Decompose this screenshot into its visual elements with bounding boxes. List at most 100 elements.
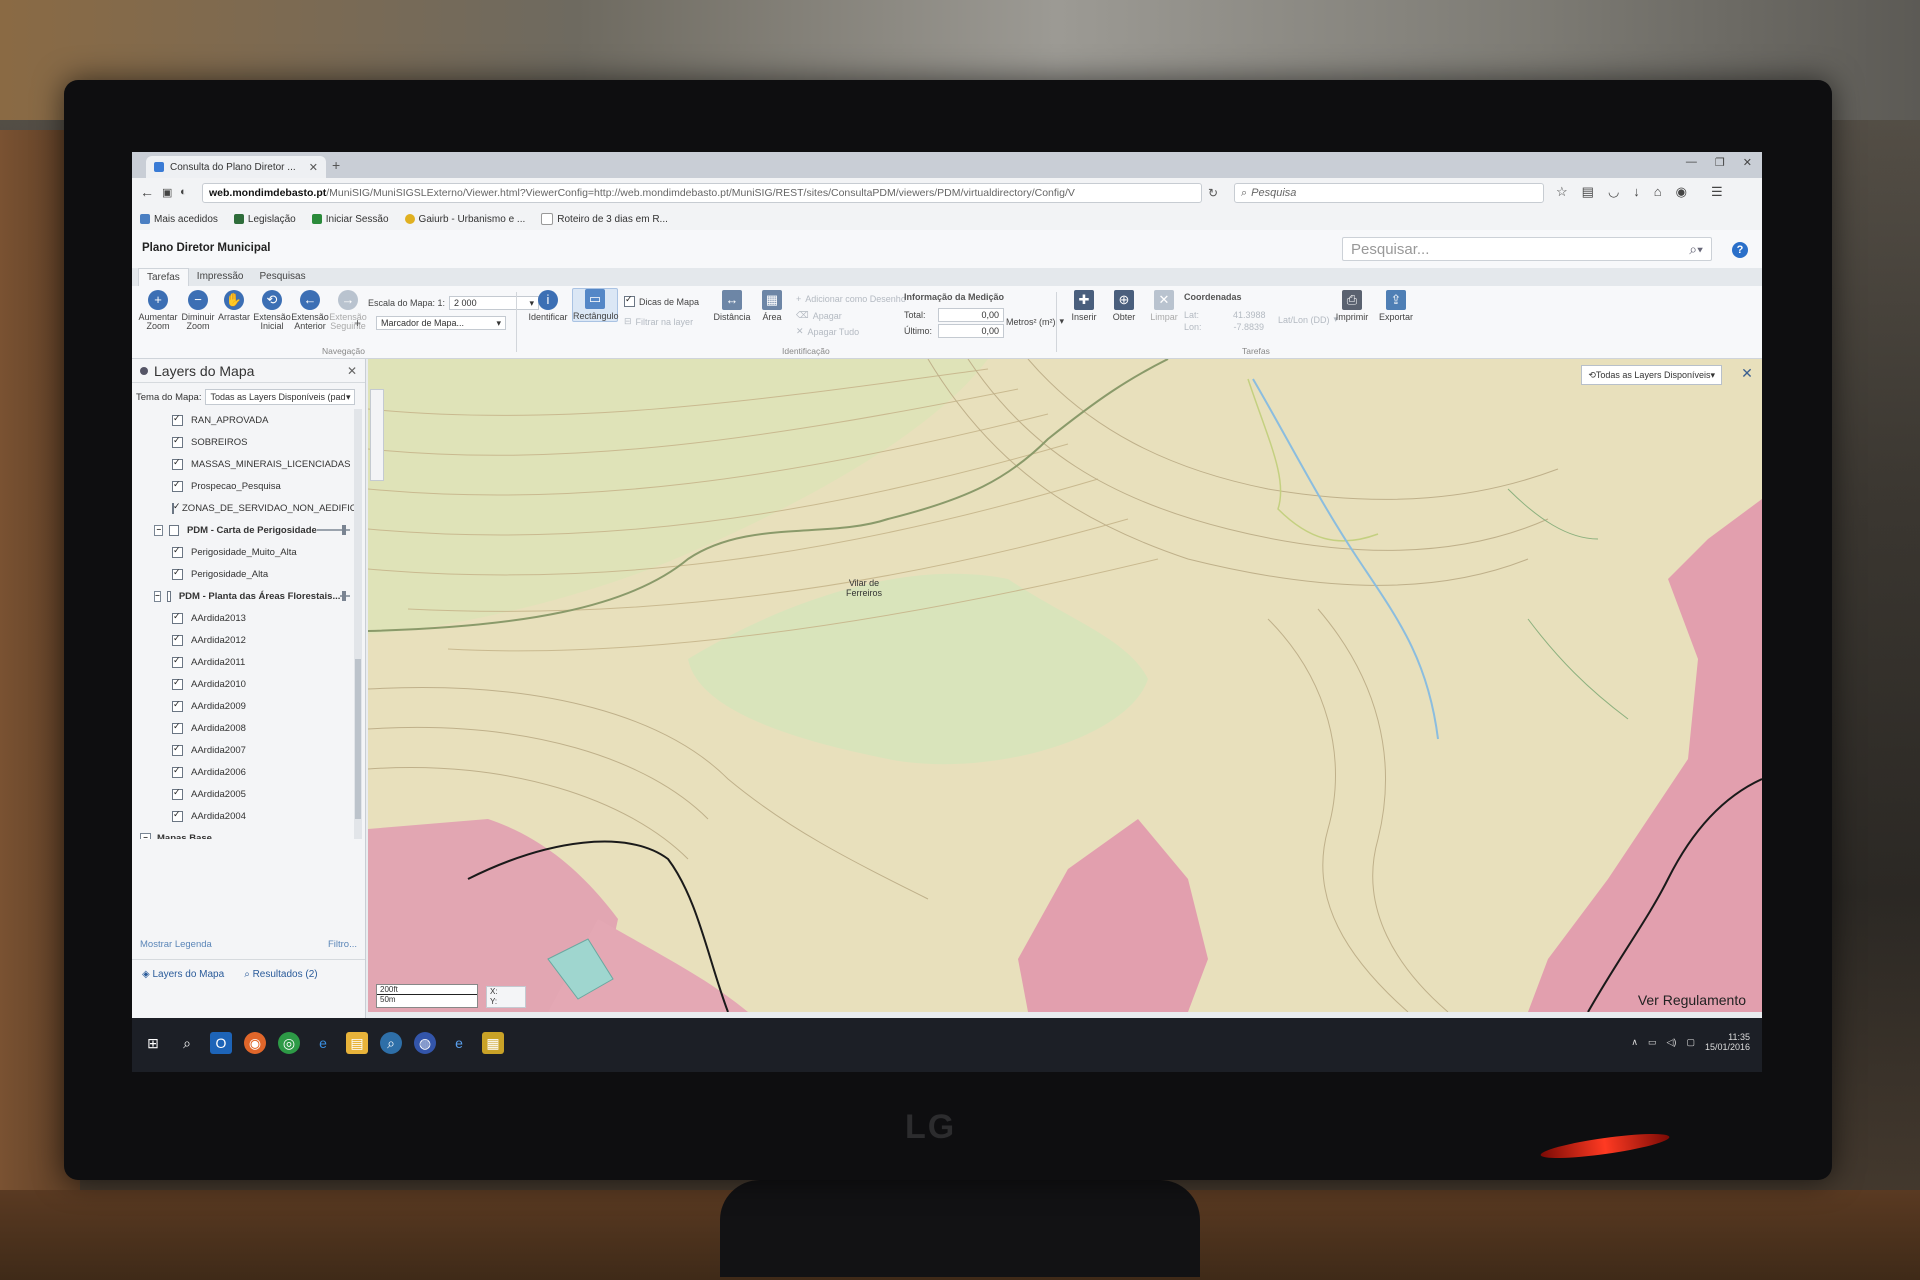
collapse-icon[interactable]: − (154, 524, 164, 536)
export-button[interactable]: ⇪ Exportar (1374, 290, 1418, 322)
distance-button[interactable]: ↔ Distância (710, 290, 754, 322)
download-icon[interactable]: ↓ (1633, 184, 1640, 200)
layer-checkbox[interactable] (172, 765, 183, 778)
bookmark-select[interactable]: Marcador de Mapa... ▾ (376, 316, 506, 330)
layer-checkbox[interactable] (172, 545, 183, 558)
clear-button[interactable]: ✕ Limpar (1142, 290, 1186, 322)
chrome-icon[interactable]: ◎ (278, 1032, 300, 1054)
layer-checkbox[interactable] (172, 809, 183, 822)
close-panel-icon[interactable]: ✕ (347, 364, 357, 378)
insert-button[interactable]: ✚ Inserir (1062, 290, 1106, 322)
close-window-icon[interactable]: ✕ (1743, 156, 1752, 169)
firefox-icon[interactable]: ◉ (244, 1032, 266, 1054)
show-legend-link[interactable]: Mostrar Legenda (140, 939, 212, 950)
notification-icon[interactable]: ▢ (1686, 1037, 1695, 1048)
globe-icon[interactable]: ◍ (414, 1032, 436, 1054)
back-icon[interactable]: ← (140, 184, 154, 200)
tab-results[interactable]: ⌕ Resultados (2) (244, 969, 317, 980)
help-icon[interactable]: ? (1732, 242, 1748, 258)
edge-icon[interactable]: e (312, 1032, 334, 1054)
layer-row[interactable]: Perigosidade_Alta (136, 563, 358, 585)
opacity-slider[interactable] (316, 525, 350, 535)
windows-start-icon[interactable]: ⊞ (142, 1032, 164, 1054)
layer-row[interactable]: − PDM - Carta de Perigosidade (136, 519, 358, 541)
reload-icon[interactable]: ↻ (1208, 186, 1218, 200)
search-icon[interactable]: ⌕ (176, 1032, 198, 1054)
layer-checkbox[interactable] (172, 655, 183, 668)
layer-checkbox[interactable] (169, 524, 179, 536)
zoom-slider[interactable] (370, 389, 384, 481)
layer-checkbox[interactable] (172, 435, 183, 448)
layer-checkbox[interactable] (172, 611, 183, 624)
rectangle-button[interactable]: ▭ Rectângulo (572, 288, 619, 323)
layer-checkbox[interactable] (166, 590, 171, 602)
menu-icon[interactable]: ☰ (1711, 184, 1723, 200)
theme-select[interactable]: Todas as Layers Disponíveis (padrão)▾ (205, 389, 356, 405)
erase-all-button[interactable]: ✕ Apagar Tudo (796, 326, 859, 337)
layer-checkbox[interactable] (172, 721, 183, 734)
bookmark-item[interactable]: Iniciar Sessão (311, 214, 389, 225)
layer-row[interactable]: AArdida2005 (136, 783, 358, 805)
opacity-slider[interactable] (340, 591, 350, 601)
get-button[interactable]: ⊕ Obter (1102, 290, 1146, 322)
chat-icon[interactable]: ◉ (1676, 184, 1687, 200)
layer-row[interactable]: AArdida2006 (136, 761, 358, 783)
layer-checkbox[interactable] (172, 479, 183, 492)
clock[interactable]: 11:35 15/01/2016 (1705, 1032, 1750, 1053)
browser-tab[interactable]: Consulta do Plano Diretor ... ✕ (146, 156, 326, 178)
zoom-in-button[interactable]: + Aumentar Zoom (136, 290, 180, 332)
tab-pesquisas[interactable]: Pesquisas (251, 268, 313, 286)
search-icon[interactable]: ⌕▾ (1689, 241, 1703, 258)
map-tools-icon[interactable]: ✕ (1738, 365, 1756, 383)
layer-row[interactable]: AArdida2012 (136, 629, 358, 651)
map-layer-select[interactable]: ⟲ Todas as Layers Disponíveis ▾ (1581, 365, 1722, 385)
layer-checkbox[interactable] (172, 457, 183, 470)
filter-link[interactable]: Filtro... (328, 939, 357, 950)
layer-row[interactable]: Perigosidade_Muito_Alta (136, 541, 358, 563)
internet-explorer-icon[interactable]: e (448, 1032, 470, 1054)
url-bar[interactable]: web.mondimdebasto.pt /MuniSIG/MuniSIGSLE… (202, 183, 1202, 203)
new-tab-button[interactable]: + (332, 157, 340, 173)
volume-icon[interactable]: ◁) (1667, 1037, 1677, 1048)
layer-row[interactable]: AArdida2007 (136, 739, 358, 761)
filter-layer-option[interactable]: ⊟ Filtrar na layer (624, 316, 693, 327)
maximize-icon[interactable]: ❐ (1715, 156, 1725, 169)
collapse-icon[interactable]: − (154, 590, 161, 602)
map-app-icon[interactable]: ⌕ (380, 1032, 402, 1054)
bookmark-item[interactable]: Gaiurb - Urbanismo e ... (404, 214, 525, 225)
layer-row[interactable]: − PDM - Planta das Áreas Florestais... (136, 585, 358, 607)
layer-row[interactable]: AArdida2004 (136, 805, 358, 827)
print-button[interactable]: ⎙ Imprimir (1330, 290, 1374, 322)
map-tips-checkbox[interactable]: Dicas de Mapa (624, 294, 699, 307)
layer-checkbox[interactable] (172, 743, 183, 756)
checkbox[interactable] (624, 294, 635, 307)
app-search-input[interactable]: Pesquisar... ⌕▾ (1342, 237, 1712, 261)
erase-button[interactable]: ⌫ Apagar (796, 310, 842, 321)
layer-row[interactable]: ZONAS_DE_SERVIDAO_NON_AEDIFICANTI (136, 497, 358, 519)
layer-checkbox[interactable] (172, 633, 183, 646)
layer-row[interactable]: − Mapas Base (136, 827, 358, 839)
tab-tarefas[interactable]: Tarefas (138, 268, 189, 286)
layer-row[interactable]: AArdida2011 (136, 651, 358, 673)
layer-checkbox[interactable] (172, 567, 183, 580)
home-icon[interactable]: ⌂ (1654, 184, 1662, 200)
next-extent-button[interactable]: → Extensão Seguinte (326, 290, 370, 332)
bookmark-item[interactable]: Legislação (233, 214, 296, 225)
tracking-icon[interactable]: ◐ (180, 186, 187, 198)
layer-row[interactable]: Prospecao_Pesquisa (136, 475, 358, 497)
layer-checkbox[interactable] (172, 787, 183, 800)
regulation-link[interactable]: Ver Regulamento (1638, 992, 1746, 1008)
layer-checkbox[interactable] (172, 677, 183, 690)
layer-row[interactable]: SOBREIROS (136, 431, 358, 453)
minimize-icon[interactable]: — (1686, 156, 1697, 169)
close-tab-icon[interactable]: ✕ (309, 161, 318, 174)
bookmark-item[interactable]: Mais acedidos (140, 214, 218, 225)
bookmark-item[interactable]: Roteiro de 3 dias em R... (541, 213, 668, 225)
tab-layers[interactable]: ◈ Layers do Mapa (142, 969, 224, 980)
layer-checkbox[interactable] (172, 413, 183, 426)
layer-checkbox[interactable] (172, 699, 183, 712)
layer-checkbox[interactable] (172, 501, 181, 514)
layer-row[interactable]: RAN_APROVADA (136, 409, 358, 431)
add-bookmark-button[interactable]: + (354, 316, 361, 330)
outlook-icon[interactable]: O (210, 1032, 232, 1054)
